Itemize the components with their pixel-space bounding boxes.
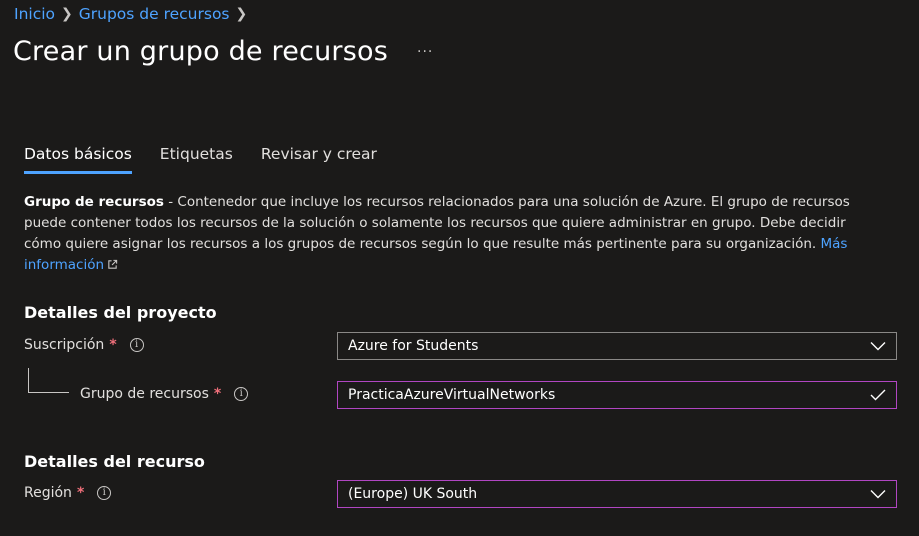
tab-bar: Datos básicos Etiquetas Revisar y crear	[24, 145, 405, 174]
tree-connector	[28, 368, 69, 393]
required-asterisk: *	[109, 337, 117, 353]
resource-group-label: Grupo de recursos * i	[80, 386, 249, 402]
chevron-down-icon	[870, 481, 886, 507]
external-link-icon	[108, 259, 118, 269]
breadcrumb-resource-groups-link[interactable]: Grupos de recursos	[79, 5, 230, 23]
breadcrumb: Inicio ❯ Grupos de recursos ❯	[14, 5, 247, 23]
resource-details-heading: Detalles del recurso	[24, 452, 205, 471]
info-icon[interactable]: i	[129, 338, 144, 352]
chevron-down-icon	[870, 333, 886, 359]
tab-basics[interactable]: Datos básicos	[24, 145, 132, 174]
info-icon[interactable]: i	[234, 387, 249, 401]
tab-review-create[interactable]: Revisar y crear	[261, 145, 377, 174]
page-title: Crear un grupo de recursos	[13, 36, 388, 67]
required-asterisk: *	[213, 386, 222, 402]
subscription-label: Suscripción * i	[24, 337, 144, 353]
region-label: Región * i	[24, 485, 112, 501]
resource-group-input[interactable]: PracticaAzureVirtualNetworks	[337, 381, 897, 409]
region-dropdown[interactable]: (Europe) UK South	[337, 480, 897, 508]
chevron-right-icon: ❯	[61, 6, 73, 22]
chevron-right-icon: ❯	[235, 6, 248, 22]
info-icon[interactable]: i	[97, 486, 112, 500]
more-options-icon[interactable]: ···	[417, 44, 433, 60]
required-asterisk: *	[76, 485, 85, 501]
breadcrumb-home-link[interactable]: Inicio	[14, 5, 55, 23]
tab-tags[interactable]: Etiquetas	[160, 145, 233, 174]
resource-group-description: Grupo de recursos - Contenedor que inclu…	[24, 192, 884, 276]
project-details-heading: Detalles del proyecto	[24, 303, 217, 322]
description-term: Grupo de recursos	[24, 194, 164, 210]
create-resource-group-page: Inicio ❯ Grupos de recursos ❯ Crear un g…	[0, 0, 919, 536]
checkmark-icon	[870, 382, 886, 408]
subscription-dropdown[interactable]: Azure for Students	[337, 332, 897, 360]
